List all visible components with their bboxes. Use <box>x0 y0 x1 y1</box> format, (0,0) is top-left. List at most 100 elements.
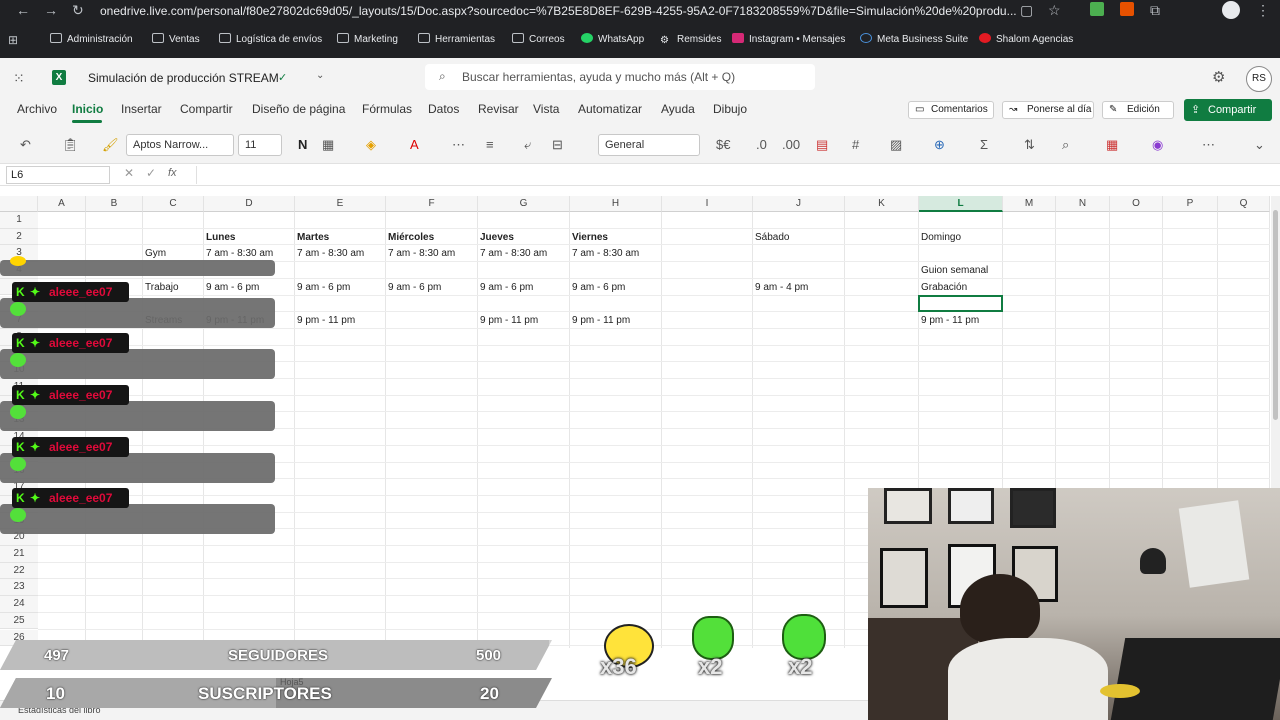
column-header[interactable]: C <box>143 196 204 212</box>
expand-ribbon-icon[interactable]: ⌄ <box>1254 137 1265 153</box>
search-box[interactable]: ⌕ Buscar herramientas, ayuda y mucho más… <box>425 64 815 90</box>
conditional-format-icon[interactable]: ▤ <box>816 137 828 153</box>
more-icon[interactable]: ⋯ <box>452 137 465 153</box>
cell-g5[interactable]: 9 am - 6 pm <box>480 282 533 293</box>
profile-icon[interactable] <box>1222 1 1240 19</box>
bookmark-correos[interactable]: Correos <box>512 30 565 50</box>
fx-icon[interactable]: fx <box>168 167 177 179</box>
scrollbar-thumb[interactable] <box>1273 210 1278 420</box>
cell-h3[interactable]: 7 am - 8:30 am <box>572 248 639 259</box>
share-button[interactable]: ⇪ Compartir <box>1184 99 1272 121</box>
cell-styles-icon[interactable]: ▨ <box>890 137 902 153</box>
cell-g2[interactable]: Jueves <box>480 232 514 243</box>
column-header[interactable]: M <box>1003 196 1056 212</box>
cancel-icon[interactable]: ✕ <box>124 166 134 180</box>
back-icon[interactable]: ← <box>16 0 30 20</box>
cell-e2[interactable]: Martes <box>297 232 329 243</box>
cell-e3[interactable]: 7 am - 8:30 am <box>297 248 364 259</box>
enter-icon[interactable]: ✓ <box>146 166 156 180</box>
cell-l2[interactable]: Domingo <box>921 232 961 243</box>
cell-c5[interactable]: Trabajo <box>145 282 179 293</box>
cell-j5[interactable]: 9 am - 4 pm <box>755 282 808 293</box>
star-icon[interactable]: ☆ <box>1048 0 1061 20</box>
cell-h5[interactable]: 9 am - 6 pm <box>572 282 625 293</box>
column-header[interactable]: L <box>919 196 1003 212</box>
number-format-select[interactable]: General <box>598 134 700 156</box>
apps-icon[interactable]: ⊞ <box>8 30 18 50</box>
cell-d2[interactable]: Lunes <box>206 232 235 243</box>
tab-automatizar[interactable]: Automatizar <box>578 102 642 116</box>
cell-f2[interactable]: Miércoles <box>388 232 434 243</box>
more-options-icon[interactable]: ⋯ <box>1202 137 1215 153</box>
row-header[interactable]: 24 <box>0 596 38 613</box>
paste-icon[interactable]: 📋︎ <box>62 137 79 153</box>
tab-revisar[interactable]: Revisar <box>478 102 519 116</box>
cell-d5[interactable]: 9 am - 6 pm <box>206 282 259 293</box>
tab-insertar[interactable]: Insertar <box>121 102 162 116</box>
table-icon[interactable]: # <box>852 137 859 153</box>
select-all-corner[interactable] <box>0 196 38 212</box>
address-bar[interactable]: onedrive.live.com/personal/f80e27802dc69… <box>100 1 1020 21</box>
tab-datos[interactable]: Datos <box>428 102 459 116</box>
bookmark-logistica[interactable]: Logística de envíos <box>219 30 322 50</box>
column-header[interactable]: E <box>295 196 386 212</box>
decimal-icon[interactable]: .0 <box>756 137 767 153</box>
bookmark-shalom[interactable]: Shalom Agencias <box>979 30 1073 50</box>
font-family-select[interactable]: Aptos Narrow... <box>126 134 234 156</box>
extension-icon[interactable] <box>1120 2 1134 16</box>
tab-dibujo[interactable]: Dibujo <box>713 102 747 116</box>
bookmark-herramientas[interactable]: Herramientas <box>418 30 495 50</box>
name-box[interactable]: L6 <box>6 166 110 184</box>
bookmark-meta[interactable]: Meta Business Suite <box>860 30 968 50</box>
sheet-tab[interactable]: Hoja5 <box>280 677 304 687</box>
column-header[interactable]: B <box>86 196 143 212</box>
decimal-icon[interactable]: .00 <box>782 137 800 153</box>
wrap-icon[interactable]: ⤶ <box>524 137 531 153</box>
copilot-icon[interactable]: ◉ <box>1152 137 1163 153</box>
undo-icon[interactable]: ↶ <box>20 137 31 153</box>
editing-mode-button[interactable]: ✎ Edición <box>1102 101 1174 119</box>
fill-color-icon[interactable]: ◈ <box>366 137 376 153</box>
column-header[interactable]: K <box>845 196 919 212</box>
row-header[interactable]: 2 <box>0 228 38 246</box>
find-icon[interactable]: ⌕ <box>1062 137 1069 153</box>
column-header[interactable]: D <box>204 196 295 212</box>
bookmark-whatsapp[interactable]: WhatsApp <box>581 30 644 50</box>
tab-compartir[interactable]: Compartir <box>180 102 233 116</box>
comments-button[interactable]: ▭ Comentarios <box>908 101 994 119</box>
cell-e5[interactable]: 9 am - 6 pm <box>297 282 350 293</box>
tab-ayuda[interactable]: Ayuda <box>661 102 695 116</box>
bookmark-marketing[interactable]: Marketing <box>337 30 398 50</box>
tab-formulas[interactable]: Fórmulas <box>362 102 412 116</box>
font-size-select[interactable]: 11 <box>238 134 282 156</box>
cell-l4[interactable]: Guion semanal <box>921 265 988 276</box>
column-header[interactable]: G <box>478 196 570 212</box>
cell-h2[interactable]: Viernes <box>572 232 608 243</box>
tab-inicio[interactable]: Inicio <box>72 102 103 116</box>
column-header[interactable]: F <box>386 196 478 212</box>
column-header[interactable]: A <box>38 196 86 212</box>
clipboard-icon[interactable]: ▢ <box>1020 0 1033 20</box>
row-header[interactable]: 21 <box>0 546 38 563</box>
tab-diseno[interactable]: Diseño de página <box>252 102 345 116</box>
bookmark-ventas[interactable]: Ventas <box>152 30 200 50</box>
settings-icon[interactable]: ⚙ <box>1212 68 1225 86</box>
insert-cells-icon[interactable]: ⊕ <box>934 137 945 153</box>
extension-icon[interactable] <box>1090 2 1104 16</box>
tab-vista[interactable]: Vista <box>533 102 559 116</box>
font-color-icon[interactable]: A <box>410 137 419 153</box>
avatar[interactable]: RS <box>1246 66 1272 92</box>
cell-f3[interactable]: 7 am - 8:30 am <box>388 248 455 259</box>
bookmark-remsides[interactable]: ⚙ Remsides <box>660 30 721 50</box>
align-icon[interactable]: ≡ <box>486 137 494 153</box>
catchup-button[interactable]: ↝ Ponerse al día <box>1002 101 1094 119</box>
selected-cell[interactable] <box>918 294 1003 313</box>
cell-g7[interactable]: 9 pm - 11 pm <box>480 315 538 326</box>
reload-icon[interactable]: ↻ <box>72 0 84 20</box>
formula-input[interactable] <box>196 166 1270 184</box>
row-header[interactable]: 22 <box>0 562 38 580</box>
cell-g3[interactable]: 7 am - 8:30 am <box>480 248 547 259</box>
bold-button[interactable]: N <box>298 137 307 153</box>
cell-f5[interactable]: 9 am - 6 pm <box>388 282 441 293</box>
column-header[interactable]: J <box>753 196 845 212</box>
